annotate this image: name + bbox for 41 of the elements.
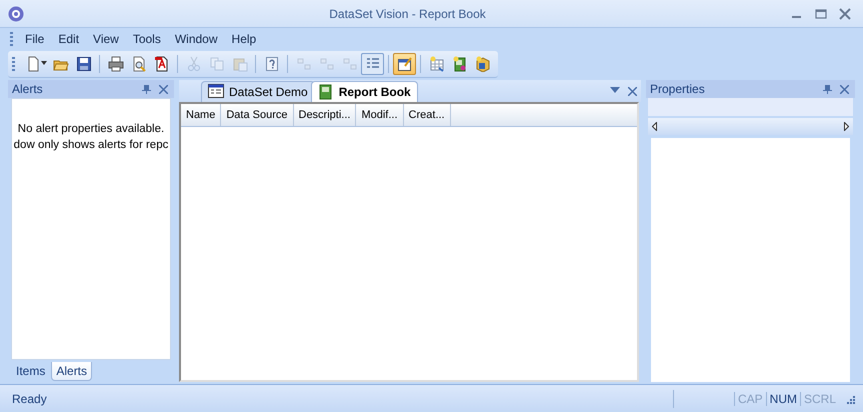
close-button[interactable]: [839, 8, 851, 20]
document-tab[interactable]: Report Book: [310, 81, 418, 102]
right-arrow-icon[interactable]: [844, 122, 849, 131]
panel-title: Properties: [650, 82, 706, 96]
window-icon: [208, 84, 224, 100]
pin-icon[interactable]: [823, 84, 832, 94]
key-indicator: SCRL: [800, 392, 839, 406]
book-icon: [318, 84, 334, 100]
column-header[interactable]: Data Source: [221, 104, 294, 126]
key-indicator: CAP: [734, 392, 766, 406]
column-header[interactable]: Descripti...: [294, 104, 356, 126]
panel-tab[interactable]: Items: [12, 362, 50, 380]
dropdown-arrow-icon[interactable]: [41, 61, 47, 65]
menu-item[interactable]: View: [87, 30, 125, 48]
close-icon[interactable]: [159, 84, 168, 94]
list-view-icon-button[interactable]: [361, 52, 384, 74]
alert-message: No alert properties available.: [18, 123, 164, 135]
document-tab[interactable]: DataSet Demo: [201, 81, 315, 102]
close-icon[interactable]: [628, 86, 637, 96]
app-logo-icon: [8, 6, 24, 22]
menu-item[interactable]: Edit: [52, 30, 86, 48]
menu-item[interactable]: Tools: [126, 30, 167, 48]
key-indicator: NUM: [766, 392, 800, 406]
column-header[interactable]: Modif...: [356, 104, 404, 126]
panel-tab[interactable]: Alerts: [51, 362, 92, 380]
column-header[interactable]: Name: [181, 104, 222, 126]
maximize-button[interactable]: [815, 8, 827, 20]
scroll-bar[interactable]: [648, 118, 853, 135]
window-title: DataSet Vision - Report Book: [328, 6, 487, 20]
close-icon[interactable]: [840, 84, 849, 94]
menu-item[interactable]: File: [19, 30, 50, 48]
left-arrow-icon[interactable]: [652, 122, 657, 131]
status-text: Ready: [12, 392, 48, 406]
resize-grip-icon: [845, 394, 855, 404]
panel-title: Alerts: [12, 82, 44, 96]
pin-icon[interactable]: [142, 84, 151, 94]
properties-window-icon-button[interactable]: [393, 52, 416, 74]
menu-item[interactable]: Window: [168, 30, 224, 48]
alert-message: dow only shows alerts for repc: [14, 139, 168, 151]
menu-item[interactable]: Help: [226, 30, 262, 48]
column-header[interactable]: Creat...: [404, 104, 451, 126]
